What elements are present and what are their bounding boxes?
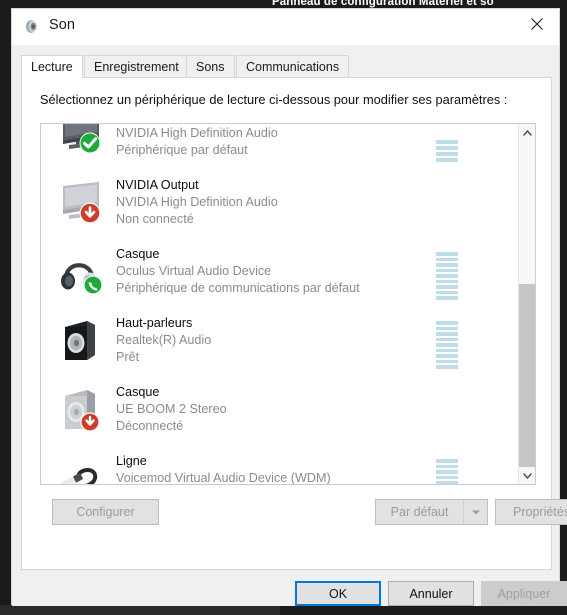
device-list-inner: NVIDIA High Definition Audio Périphériqu…: [41, 124, 520, 485]
speaker-box-icon: [57, 317, 109, 365]
list-item[interactable]: Ligne Voicemod Virtual Audio Device (WDM…: [41, 447, 520, 485]
display-monitor-icon: [57, 179, 109, 227]
speaker-box-gray-icon: [57, 386, 109, 434]
dialog-title: Son: [49, 17, 76, 33]
list-item[interactable]: Casque UE BOOM 2 Stereo Déconnecté: [41, 378, 520, 447]
volume-meter: [436, 458, 458, 484]
list-item[interactable]: NVIDIA Output NVIDIA High Definition Aud…: [41, 171, 520, 240]
device-driver: Realtek(R) Audio: [116, 333, 212, 347]
set-default-button[interactable]: Par défaut: [375, 499, 463, 525]
lecture-panel: Sélectionnez un périphérique de lecture …: [21, 77, 567, 570]
list-item[interactable]: Casque Oculus Virtual Audio Device Périp…: [41, 240, 520, 309]
volume-meter: [436, 320, 458, 369]
taskbar-hint: [280, 606, 567, 615]
volume-meter: [436, 251, 458, 300]
device-status: Déconnecté: [116, 419, 184, 433]
device-name: Casque: [116, 385, 160, 399]
screen: Panneau de configuration Matériel et so …: [0, 0, 567, 615]
scroll-up-icon[interactable]: [519, 124, 535, 141]
configure-button[interactable]: Configurer: [52, 499, 159, 525]
device-action-buttons: Configurer Par défaut Propriétés: [40, 499, 567, 525]
display-monitor-icon: [57, 124, 109, 158]
tab-communications[interactable]: Communications: [236, 55, 350, 77]
device-driver: Voicemod Virtual Audio Device (WDM): [116, 471, 331, 485]
device-name: Casque: [116, 247, 160, 261]
device-driver: NVIDIA High Definition Audio: [116, 195, 278, 209]
background-breadcrumb: Panneau de configuration Matériel et so: [272, 0, 494, 8]
headphones-icon: [57, 248, 109, 296]
volume-meter: [436, 124, 458, 162]
scrollbar-thumb[interactable]: [519, 284, 535, 467]
device-list[interactable]: NVIDIA High Definition Audio Périphériqu…: [40, 123, 536, 485]
close-icon[interactable]: [514, 9, 559, 39]
list-item[interactable]: Haut-parleurs Realtek(R) Audio Prêt: [41, 309, 520, 378]
device-status: Non connecté: [116, 212, 194, 226]
device-driver: NVIDIA High Definition Audio: [116, 126, 278, 140]
tab-lecture[interactable]: Lecture: [21, 55, 83, 78]
rca-cable-icon: [57, 455, 109, 484]
scroll-down-icon[interactable]: [519, 467, 535, 484]
sound-dialog: Son Lecture Enregistrement Sons Communic…: [11, 8, 567, 606]
desktop-left-edge: [0, 0, 11, 615]
device-list-scrollbar[interactable]: [518, 124, 535, 484]
apply-button[interactable]: Appliquer: [481, 581, 567, 606]
ok-button[interactable]: OK: [295, 581, 381, 606]
tab-enregistrement[interactable]: Enregistrement: [84, 55, 189, 77]
device-name: Haut-parleurs: [116, 316, 193, 330]
device-driver: Oculus Virtual Audio Device: [116, 264, 272, 278]
device-status: Périphérique par défaut: [116, 143, 248, 157]
device-status: Prêt: [116, 350, 140, 364]
dialog-titlebar: Son: [12, 9, 559, 45]
tab-bar: Lecture Enregistrement Sons Communicatio…: [21, 55, 552, 78]
device-name: Ligne: [116, 454, 147, 468]
tab-sons[interactable]: Sons: [186, 55, 235, 77]
list-item[interactable]: NVIDIA High Definition Audio Périphériqu…: [41, 124, 520, 171]
dialog-button-bar: OK Annuler Appliquer: [12, 572, 567, 606]
cancel-button[interactable]: Annuler: [388, 581, 474, 606]
device-name: NVIDIA Output: [116, 178, 199, 192]
chevron-down-icon[interactable]: [463, 499, 488, 525]
panel-prompt: Sélectionnez un périphérique de lecture …: [40, 92, 508, 107]
properties-button[interactable]: Propriétés: [495, 499, 567, 525]
speaker-icon: [24, 18, 41, 35]
device-status: Périphérique de communications par défau…: [116, 281, 360, 295]
device-driver: UE BOOM 2 Stereo: [116, 402, 227, 416]
device-list-viewport: NVIDIA High Definition Audio Périphériqu…: [41, 124, 520, 485]
